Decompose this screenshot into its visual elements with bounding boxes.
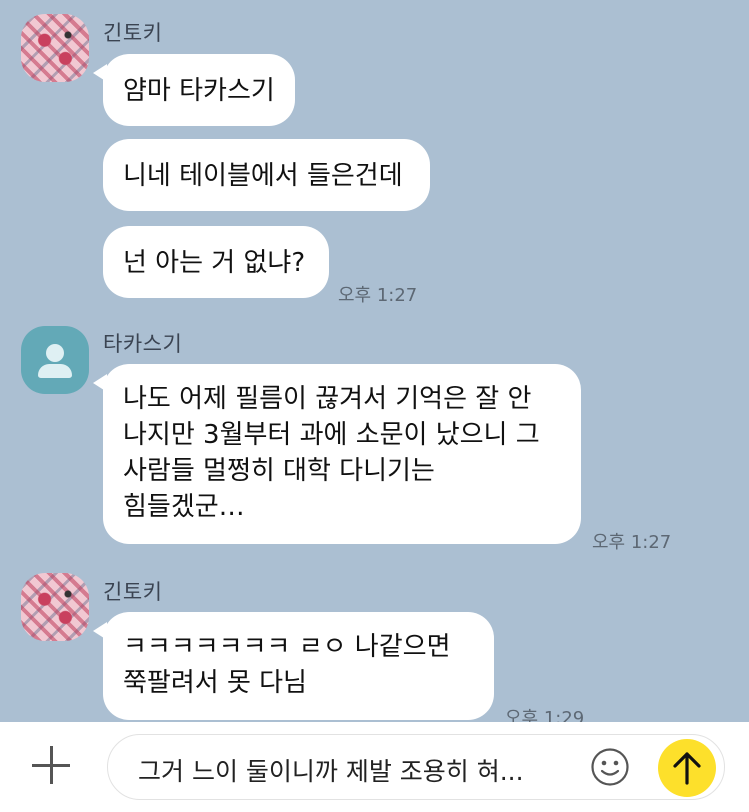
message-bubble[interactable]: ㅋㅋㅋㅋㅋㅋㅋ ㄹㅇ 나같으면 쭉팔려서 못 다님 [93, 612, 494, 720]
message-draft-text: 그거 느이 둘이니까 제발 조용히 혀... [138, 757, 524, 786]
message-bubble[interactable]: 얌마 타카스기 [93, 54, 295, 126]
message-line: 힘들겠군… [123, 492, 245, 522]
message-bubble[interactable]: 니네 테이블에서 들은건데 [103, 139, 430, 211]
arrow-up-icon [673, 752, 701, 785]
message-bubble[interactable]: 나도 어제 필름이 끊겨서 기억은 잘 안 나지만 3월부터 과에 소문이 났으… [93, 364, 581, 544]
message-bubble[interactable]: 넌 아는 거 없냐? [103, 226, 329, 298]
plus-icon[interactable] [32, 746, 70, 784]
profile-avatar-gintoki[interactable] [21, 14, 89, 82]
profile-avatar-gintoki[interactable] [21, 573, 89, 641]
message-line: 나지만 3월부터 과에 소문이 났으니 그 [123, 420, 540, 450]
message-line: ㅋㅋㅋㅋㅋㅋㅋ ㄹㅇ 나같으면 [123, 632, 451, 662]
message-time: 오후 1:27 [592, 532, 672, 553]
message-line: 사람들 멀쩡히 대학 다니기는 [123, 456, 435, 486]
message-text: 얌마 타카스기 [123, 76, 275, 106]
message-text: 니네 테이블에서 들은건데 [123, 161, 403, 191]
smiley-icon[interactable] [590, 747, 630, 787]
user-icon [46, 344, 64, 362]
message-line: 나도 어제 필름이 끊겨서 기억은 잘 안 [123, 384, 532, 414]
sender-name: 타카스기 [103, 332, 183, 356]
profile-avatar-takasugi[interactable] [21, 326, 89, 394]
message-input-bar: 그거 느이 둘이니까 제발 조용히 혀... [0, 722, 749, 812]
message-line: 쭉팔려서 못 다님 [123, 668, 307, 698]
message-input[interactable]: 그거 느이 둘이니까 제발 조용히 혀... [107, 734, 725, 800]
send-button[interactable] [658, 739, 716, 797]
message-time: 오후 1:27 [338, 285, 418, 306]
sender-name: 긴토키 [103, 580, 163, 604]
chat-area[interactable]: 긴토키 얌마 타카스기 니네 테이블에서 들은건데 넌 아는 거 없냐? 오후 … [0, 0, 749, 729]
sender-name: 긴토키 [103, 21, 163, 45]
message-text: 넌 아는 거 없냐? [123, 248, 306, 278]
